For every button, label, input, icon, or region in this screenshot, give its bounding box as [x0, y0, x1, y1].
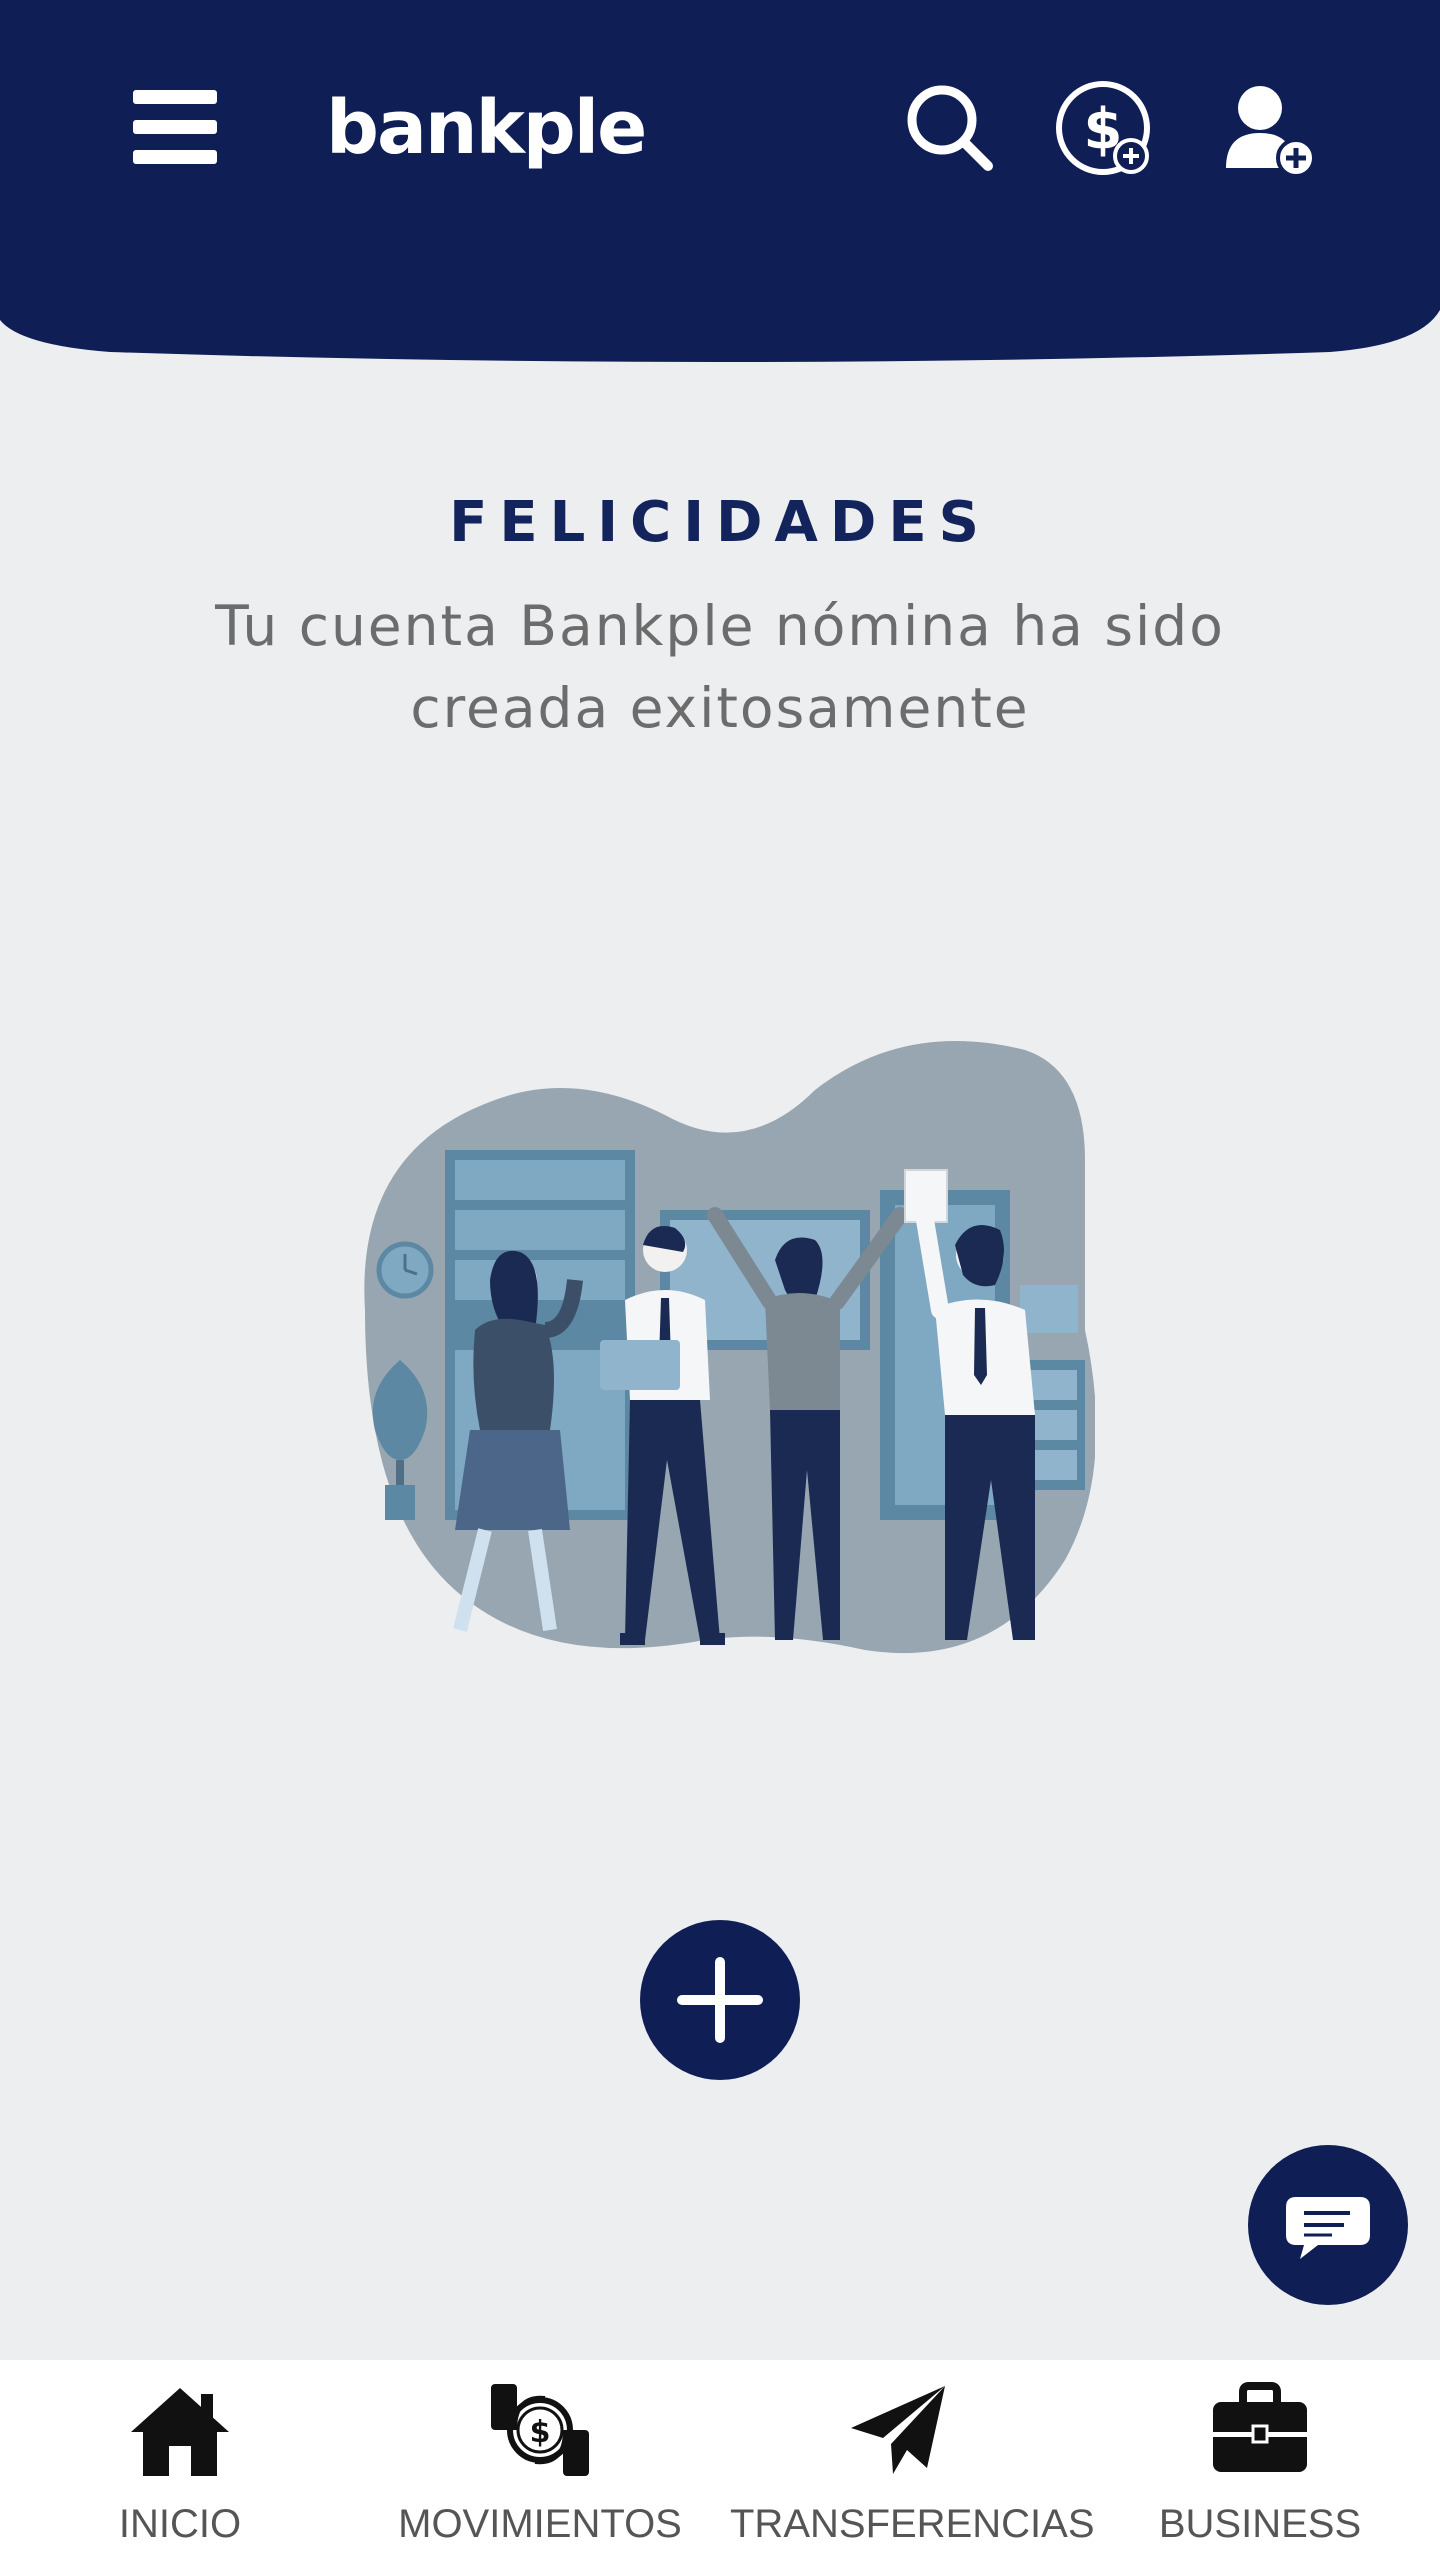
bottom-navigation: INICIO $ MOVIMIENTOS TRANSFERENCIAS BUSI…	[0, 2360, 1440, 2560]
nav-label-transferencias: TRANSFERENCIAS	[730, 2502, 1095, 2546]
add-button[interactable]	[640, 1920, 800, 2080]
page: bankple $ FELICIDADES Tu cuenta Bankple …	[0, 0, 1440, 2560]
nav-item-movimientos[interactable]: $ MOVIMIENTOS	[390, 2360, 690, 2560]
add-money-icon[interactable]: $	[1053, 78, 1153, 178]
briefcase-icon	[1213, 2382, 1307, 2472]
chat-icon	[1286, 2197, 1370, 2259]
celebration-illustration	[345, 1030, 1097, 1670]
movements-icon: $	[491, 2384, 589, 2476]
add-user-icon[interactable]	[1218, 78, 1318, 178]
nav-item-inicio[interactable]: INICIO	[80, 2360, 280, 2560]
paper-plane-icon	[851, 2386, 945, 2474]
search-icon[interactable]	[900, 78, 1000, 178]
plus-icon	[677, 1957, 763, 2043]
nav-label-inicio: INICIO	[118, 2502, 242, 2546]
nav-item-business[interactable]: BUSINESS	[1150, 2360, 1370, 2560]
header-background	[0, 0, 1440, 362]
nav-label-business: BUSINESS	[1158, 2502, 1362, 2546]
menu-icon[interactable]	[133, 90, 217, 164]
nav-item-transferencias[interactable]: TRANSFERENCIAS	[730, 2360, 1095, 2560]
app-header: bankple $	[0, 0, 1440, 365]
chat-button[interactable]	[1248, 2145, 1408, 2305]
success-message: Tu cuenta Bankple nómina ha sido creada …	[215, 594, 1225, 740]
home-icon	[131, 2388, 229, 2476]
bankple-logo: bankple	[326, 85, 647, 171]
nav-label-movimientos: MOVIMIENTOS	[398, 2502, 682, 2546]
svg-text:$: $	[530, 2415, 551, 2450]
page-title: FELICIDADES	[449, 490, 991, 555]
